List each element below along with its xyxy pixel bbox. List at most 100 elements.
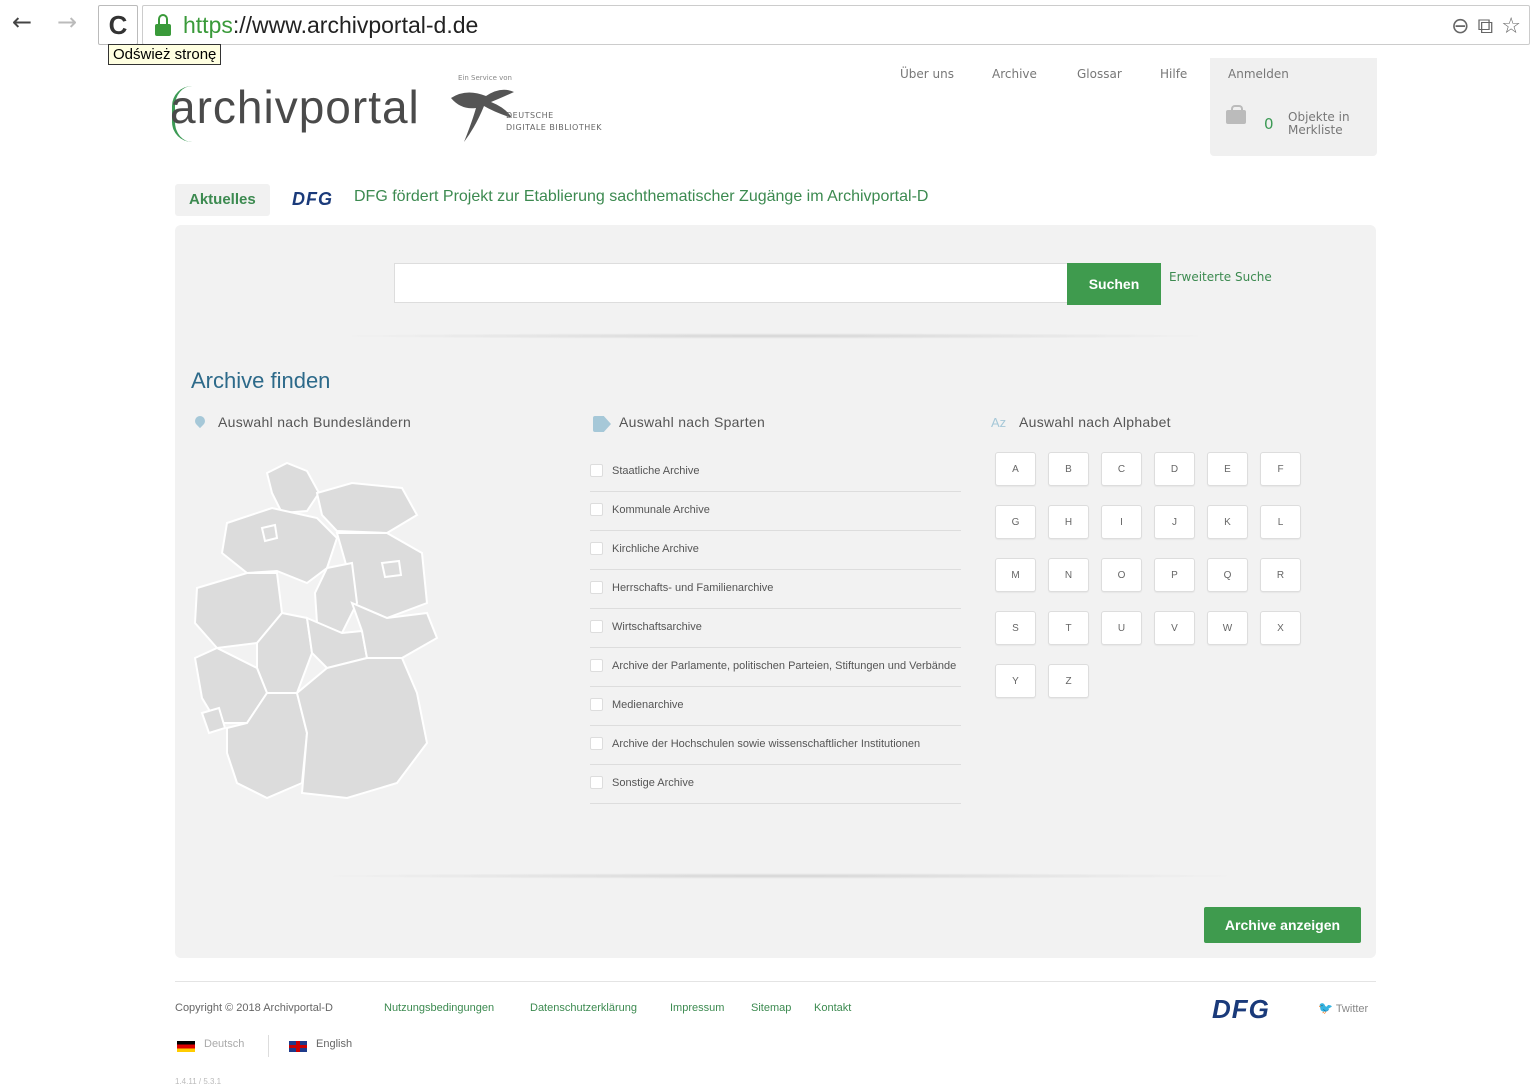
letter-button-j[interactable]: J <box>1154 505 1195 539</box>
version-text: 1.4.11 / 5.3.1 <box>175 1077 222 1086</box>
letter-button-y[interactable]: Y <box>995 664 1036 698</box>
footer-link-kontakt[interactable]: Kontakt <box>814 1002 851 1014</box>
footer-link-datenschutz[interactable]: Datenschutzerklärung <box>530 1002 637 1014</box>
dfg-logo[interactable]: DFG <box>1212 994 1270 1025</box>
bag-icon[interactable] <box>1226 105 1246 124</box>
letter-button-h[interactable]: H <box>1048 505 1089 539</box>
az-icon: Az <box>991 415 1007 430</box>
letter-button-p[interactable]: P <box>1154 558 1195 592</box>
letter-button-m[interactable]: M <box>995 558 1036 592</box>
state-mecklenburg <box>315 481 419 535</box>
footer-divider <box>175 981 1376 982</box>
nav-ueber-uns[interactable]: Über uns <box>900 67 954 81</box>
footer-link-sitemap[interactable]: Sitemap <box>751 1002 791 1014</box>
sparte-item[interactable]: Sonstige Archive <box>590 765 961 804</box>
letter-button-q[interactable]: Q <box>1207 558 1248 592</box>
checkbox[interactable] <box>590 659 603 672</box>
dfg-icon: DFG <box>292 189 333 209</box>
letter-button-s[interactable]: S <box>995 611 1036 645</box>
checkbox[interactable] <box>590 542 603 555</box>
back-arrow-icon[interactable]: ← <box>12 10 32 34</box>
tag-icon <box>593 416 611 432</box>
letter-button-a[interactable]: A <box>995 452 1036 486</box>
letter-button-o[interactable]: O <box>1101 558 1142 592</box>
letter-button-c[interactable]: C <box>1101 452 1142 486</box>
url-text[interactable]: https://www.archivportal-d.de <box>183 12 478 39</box>
merkliste-count[interactable]: 0 <box>1264 115 1274 133</box>
letter-button-v[interactable]: V <box>1154 611 1195 645</box>
letter-button-b[interactable]: B <box>1048 452 1089 486</box>
sparte-item[interactable]: Staatliche Archive <box>590 453 961 492</box>
checkbox[interactable] <box>590 620 603 633</box>
lang-separator <box>268 1035 269 1057</box>
section-title: Archive finden <box>191 368 331 393</box>
sparten-list: Staatliche Archive Kommunale Archive Kir… <box>590 453 961 804</box>
divider <box>305 873 1255 879</box>
login-link[interactable]: Anmelden <box>1228 67 1289 81</box>
reload-tooltip: Odśwież stronę <box>108 44 222 65</box>
merkliste-link[interactable]: Objekte in Merkliste <box>1288 111 1368 137</box>
nav-archive[interactable]: Archive <box>992 67 1037 81</box>
state-berlin <box>380 559 403 579</box>
letter-button-u[interactable]: U <box>1101 611 1142 645</box>
footer-link-nutzungsbedingungen[interactable]: Nutzungsbedingungen <box>384 1002 494 1014</box>
reload-icon[interactable]: C <box>98 5 138 45</box>
sparte-item[interactable]: Archive der Parlamente, politischen Part… <box>590 648 961 687</box>
star-icon[interactable]: ☆ <box>1501 14 1521 39</box>
state-niedersachsen <box>220 506 339 585</box>
archivportal-logo[interactable]: archivportal <box>170 80 420 134</box>
letter-button-e[interactable]: E <box>1207 452 1248 486</box>
search-button[interactable]: Suchen <box>1067 263 1161 305</box>
flag-de-icon[interactable] <box>177 1041 195 1052</box>
twitter-link[interactable]: 🐦 Twitter <box>1318 1001 1368 1015</box>
sparten-heading: Auswahl nach Sparten <box>619 414 766 430</box>
zoom-icon[interactable]: ⊖ <box>1451 14 1469 39</box>
lang-deutsch[interactable]: Deutsch <box>204 1038 244 1050</box>
letter-button-f[interactable]: F <box>1260 452 1301 486</box>
nav-glossar[interactable]: Glossar <box>1077 67 1122 81</box>
advanced-search-link[interactable]: Erweiterte Suche <box>1169 270 1272 284</box>
ddb-logo[interactable]: Ein Service von DEUTSCHE DIGITALE BIBLIOT… <box>446 70 616 142</box>
letter-button-z[interactable]: Z <box>1048 664 1089 698</box>
letter-button-n[interactable]: N <box>1048 558 1089 592</box>
news-link[interactable]: DFG fördert Projekt zur Etablierung sach… <box>354 188 928 206</box>
letter-button-i[interactable]: I <box>1101 505 1142 539</box>
show-archives-button[interactable]: Archive anzeigen <box>1204 907 1361 943</box>
browser-toolbar: ← → C https://www.archivportal-d.de ⊖ ⧉ … <box>0 0 1538 48</box>
copyright: Copyright © 2018 Archivportal-D <box>175 1002 333 1014</box>
translate-icon[interactable]: ⧉ <box>1478 14 1494 39</box>
flag-en-icon[interactable] <box>289 1041 307 1052</box>
letter-button-d[interactable]: D <box>1154 452 1195 486</box>
letter-button-x[interactable]: X <box>1260 611 1301 645</box>
search-input[interactable] <box>394 263 1068 303</box>
checkbox[interactable] <box>590 737 603 750</box>
sparte-item[interactable]: Medienarchive <box>590 687 961 726</box>
germany-map[interactable] <box>187 453 449 805</box>
letter-button-k[interactable]: K <box>1207 505 1248 539</box>
sparte-item[interactable]: Herrschafts- und Familienarchive <box>590 570 961 609</box>
letter-button-t[interactable]: T <box>1048 611 1089 645</box>
sparte-item[interactable]: Wirtschaftsarchive <box>590 609 961 648</box>
checkbox[interactable] <box>590 698 603 711</box>
nav-hilfe[interactable]: Hilfe <box>1160 67 1187 81</box>
checkbox[interactable] <box>590 503 603 516</box>
checkbox[interactable] <box>590 464 603 477</box>
letter-button-g[interactable]: G <box>995 505 1036 539</box>
checkbox[interactable] <box>590 581 603 594</box>
sparte-item[interactable]: Kirchliche Archive <box>590 531 961 570</box>
states-heading: Auswahl nach Bundesländern <box>218 414 412 430</box>
forward-arrow-icon[interactable]: → <box>57 10 77 34</box>
sparte-item[interactable]: Kommunale Archive <box>590 492 961 531</box>
search-panel: Suchen Erweiterte Suche Archive finden A… <box>175 225 1376 958</box>
lock-icon <box>155 14 171 36</box>
address-bar[interactable]: https://www.archivportal-d.de ⊖ ⧉ ☆ <box>142 5 1530 45</box>
letter-button-l[interactable]: L <box>1260 505 1301 539</box>
footer-link-impressum[interactable]: Impressum <box>670 1002 724 1014</box>
letter-button-r[interactable]: R <box>1260 558 1301 592</box>
sparte-item[interactable]: Archive der Hochschulen sowie wissenscha… <box>590 726 961 765</box>
map-pin-icon <box>195 416 205 430</box>
account-box: Anmelden 0 Objekte in Merkliste <box>1210 58 1377 156</box>
letter-button-w[interactable]: W <box>1207 611 1248 645</box>
lang-english[interactable]: English <box>316 1038 352 1050</box>
checkbox[interactable] <box>590 776 603 789</box>
